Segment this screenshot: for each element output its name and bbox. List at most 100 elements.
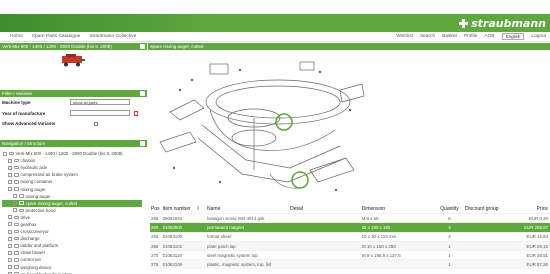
year-row: Year of manufacture bbox=[2, 110, 138, 116]
table-row[interactable]: 255 09062022 hexagon screw ISO 4014 gsk M 8… bbox=[150, 213, 550, 222]
cell-dimension: 10 x 30 x 115 mm bbox=[361, 234, 397, 240]
menu-wishlist[interactable]: Wishlist bbox=[396, 34, 413, 39]
col-info[interactable]: I bbox=[197, 206, 207, 212]
table-row[interactable]: 266 01063101 plate patch lap St 10 x 160 x … bbox=[150, 240, 550, 251]
tree-item[interactable]: control set bbox=[2, 256, 142, 263]
collapse-icon[interactable] bbox=[140, 141, 145, 146]
cell-quantity: 1 bbox=[448, 252, 451, 258]
menu-spare-parts-catalogue[interactable]: Spare Parts Catalogue bbox=[32, 34, 81, 39]
table-row[interactable]: 270 01063110 steel magnetic system top St 8… bbox=[150, 250, 550, 259]
cell-price: EUR 208,87 bbox=[524, 224, 548, 230]
cell-dimension: St 10 x 160 x 250 bbox=[361, 243, 396, 249]
tree-item[interactable]: crossconveyor bbox=[2, 228, 142, 235]
col-quantity[interactable]: Quantity bbox=[434, 206, 465, 212]
table-row[interactable]: 275 01063105 plastic, magnetic system, top… bbox=[150, 259, 550, 269]
cell-pos: 266 bbox=[151, 243, 159, 249]
tree-item[interactable]: on-board hydraulic system bbox=[2, 271, 142, 274]
expand-toggle-icon[interactable] bbox=[8, 229, 12, 234]
expand-toggle-icon[interactable] bbox=[8, 265, 12, 270]
expand-toggle-icon[interactable] bbox=[8, 236, 12, 241]
cell-pos: 275 bbox=[151, 262, 159, 268]
clear-icon[interactable] bbox=[134, 110, 138, 116]
tree-item-label: compressed air brake system bbox=[20, 172, 78, 178]
col-price[interactable]: Price bbox=[511, 206, 550, 212]
logout-link[interactable]: Logout bbox=[531, 34, 546, 39]
cell-quantity: 4 bbox=[448, 224, 451, 230]
language-select[interactable]: English bbox=[501, 33, 525, 40]
col-discount-group[interactable]: Discount group bbox=[465, 206, 511, 212]
exploded-drawing[interactable] bbox=[150, 50, 370, 198]
table-row[interactable]: 265 01063100 format sheet 10 x 30 x 115 mm 4… bbox=[150, 231, 550, 241]
col-pos[interactable]: Pos bbox=[150, 206, 163, 212]
expand-toggle-icon[interactable] bbox=[3, 151, 7, 156]
tree-item[interactable]: hydraulic axle bbox=[2, 164, 142, 171]
expand-toggle-icon[interactable] bbox=[8, 158, 12, 163]
expand-toggle-icon[interactable] bbox=[8, 187, 12, 192]
expand-toggle-icon[interactable] bbox=[8, 215, 12, 220]
menu-collective[interactable]: Strautmann Collective bbox=[89, 34, 136, 39]
folder-icon bbox=[14, 187, 19, 191]
col-item-number[interactable]: Item number bbox=[163, 206, 198, 212]
tree-item-label: Verti-Mix 600 - 1400 / 1200 - 2800 Doubl… bbox=[15, 151, 123, 157]
expand-toggle-icon[interactable] bbox=[13, 208, 17, 213]
advanced-label: Show Advanced Variants bbox=[2, 121, 56, 126]
year-input[interactable] bbox=[70, 110, 130, 116]
table-row[interactable]: 260 01063000 permanent magnet 25 x 180 x 19… bbox=[150, 222, 550, 232]
expand-toggle-icon[interactable] bbox=[8, 243, 12, 248]
menu-home[interactable]: Home bbox=[10, 34, 23, 39]
machine-thumbnail bbox=[62, 54, 85, 67]
expand-toggle-icon[interactable] bbox=[8, 172, 12, 177]
collapse-icon[interactable] bbox=[140, 91, 145, 96]
folder-icon bbox=[19, 201, 24, 205]
tree-item[interactable]: mixing container bbox=[2, 178, 142, 185]
tree-item[interactable]: ladder and platform bbox=[2, 242, 142, 249]
col-dimension[interactable]: Dimension bbox=[362, 206, 434, 212]
menu-profile[interactable]: Profile bbox=[464, 34, 478, 39]
table-header: Pos Item number I Name Detail Dimension … bbox=[150, 204, 550, 213]
tree-item[interactable]: compressed air brake system bbox=[2, 171, 142, 178]
col-name[interactable]: Name bbox=[207, 206, 290, 212]
expand-toggle-icon[interactable] bbox=[8, 179, 12, 184]
tree-item-label: mixing auger bbox=[25, 193, 51, 199]
tree-item-label: weighing device bbox=[20, 264, 52, 270]
tree-item[interactable]: Verti-Mix 600 - 1400 / 1200 - 2800 Doubl… bbox=[2, 150, 142, 157]
filter-title-bar: Filter / Variants bbox=[0, 90, 147, 97]
cell-price: EUR 0,20 bbox=[528, 215, 548, 221]
tree-item[interactable]: mixing auger bbox=[2, 193, 142, 200]
cell-name: steel magnetic system top bbox=[207, 252, 258, 258]
menu-basket[interactable]: Basket bbox=[442, 34, 457, 39]
expand-toggle-icon[interactable] bbox=[8, 250, 12, 255]
tree-item-label: drive bbox=[20, 214, 31, 220]
tree-item[interactable]: straw blower bbox=[2, 249, 142, 256]
brand-logo[interactable]: straubmann bbox=[459, 14, 546, 32]
tree-item[interactable]: protective hood bbox=[2, 207, 142, 214]
cell-quantity: 6 bbox=[448, 215, 451, 221]
expand-toggle-icon[interactable] bbox=[13, 201, 17, 206]
cell-item-number: 01063110 bbox=[162, 252, 182, 258]
col-detail[interactable]: Detail bbox=[290, 206, 361, 212]
expand-toggle-icon[interactable] bbox=[8, 165, 12, 170]
tree-item[interactable]: drive bbox=[2, 214, 142, 221]
cell-item-number: 01063000 bbox=[162, 224, 183, 230]
machine-type-select[interactable]: show all parts bbox=[70, 99, 130, 105]
navigation-tree: Verti-Mix 600 - 1400 / 1200 - 2800 Doubl… bbox=[2, 150, 142, 274]
tree-item[interactable]: gearbox bbox=[2, 221, 142, 228]
folder-icon bbox=[14, 222, 19, 227]
cell-quantity: 1 bbox=[448, 262, 451, 268]
tree-item[interactable]: discharge bbox=[2, 235, 142, 242]
tree-item[interactable]: weighing device bbox=[2, 264, 142, 271]
tree-item[interactable]: chassis bbox=[2, 157, 142, 164]
tree-item[interactable]: mixing auger bbox=[2, 185, 142, 192]
advanced-checkbox[interactable] bbox=[94, 121, 98, 126]
folder-icon bbox=[14, 173, 19, 177]
expand-toggle-icon[interactable] bbox=[8, 257, 12, 262]
expand-toggle-icon[interactable] bbox=[13, 194, 17, 199]
collapse-icon[interactable] bbox=[140, 44, 145, 49]
cross-logo-icon bbox=[459, 18, 469, 28]
folder-icon bbox=[14, 251, 19, 255]
menu-agb[interactable]: AGB bbox=[484, 34, 494, 39]
menu-search[interactable]: Search bbox=[420, 34, 435, 39]
tree-item[interactable]: spare mixing auger, cutted bbox=[2, 199, 142, 207]
expand-toggle-icon[interactable] bbox=[8, 222, 12, 227]
cell-item-number: 01063105 bbox=[162, 262, 183, 268]
